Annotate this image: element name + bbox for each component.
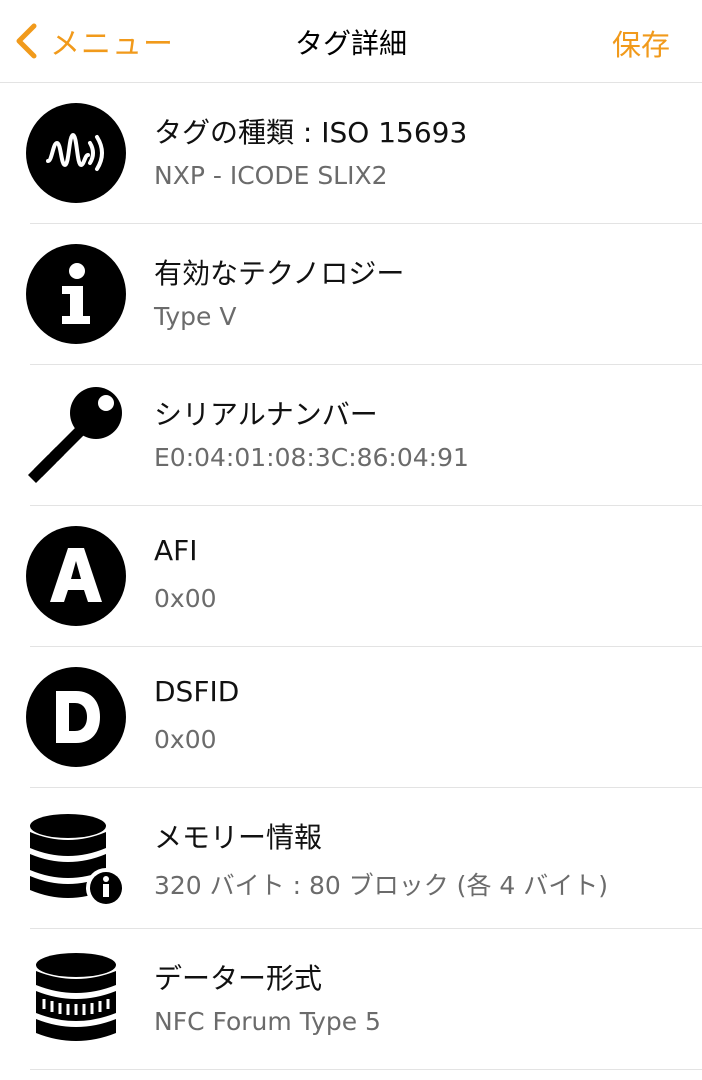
nfc-tag-icon [26, 103, 126, 203]
afi-label: AFI [154, 534, 198, 567]
list-item-serial-number: シリアルナンバー E0:04:01:08:3C:86:04:91 [28, 365, 702, 506]
list-item-tag-type: タグの種類 : ISO 15693 NXP - ICODE SLIX2 [26, 83, 702, 224]
tag-type-label: タグの種類 : ISO 15693 [154, 116, 468, 149]
save-button[interactable]: 保存 [612, 22, 670, 64]
list-item-technology: 有効なテクノロジー Type V [26, 224, 702, 365]
database-info-icon [26, 808, 126, 908]
info-icon [26, 244, 126, 344]
list-item-data-format: データー形式 NFC Forum Type 5 [30, 929, 702, 1070]
dsfid-label: DSFID [154, 675, 240, 708]
afi-value: 0x00 [154, 584, 217, 613]
page-title: タグ詳細 [294, 27, 407, 60]
technology-label: 有効なテクノロジー [154, 257, 405, 290]
list-item-dsfid: DSFID 0x00 [26, 647, 702, 788]
list-item-memory-info: メモリー情報 320 バイト : 80 ブロック (各 4 バイト) [30, 788, 702, 929]
list-item-afi: AFI 0x00 [26, 506, 702, 647]
letter-d-icon [26, 667, 126, 767]
tag-detail-list: タグの種類 : ISO 15693 NXP - ICODE SLIX2 有効なテ… [0, 83, 702, 1070]
technology-value: Type V [154, 302, 237, 331]
tag-type-value: NXP - ICODE SLIX2 [154, 161, 388, 190]
serial-number-label: シリアルナンバー [154, 398, 378, 431]
key-icon [26, 385, 126, 485]
data-format-label: データー形式 [154, 962, 323, 995]
dsfid-value: 0x00 [154, 725, 217, 754]
memory-info-label: メモリー情報 [154, 821, 323, 854]
serial-number-value: E0:04:01:08:3C:86:04:91 [154, 443, 469, 472]
memory-info-value: 320 バイト : 80 ブロック (各 4 バイト) [154, 871, 608, 900]
navigation-bar: メニュー タグ詳細 保存 [0, 0, 702, 83]
data-format-value: NFC Forum Type 5 [154, 1007, 381, 1036]
database-format-icon [26, 949, 126, 1049]
letter-a-icon [26, 526, 126, 626]
